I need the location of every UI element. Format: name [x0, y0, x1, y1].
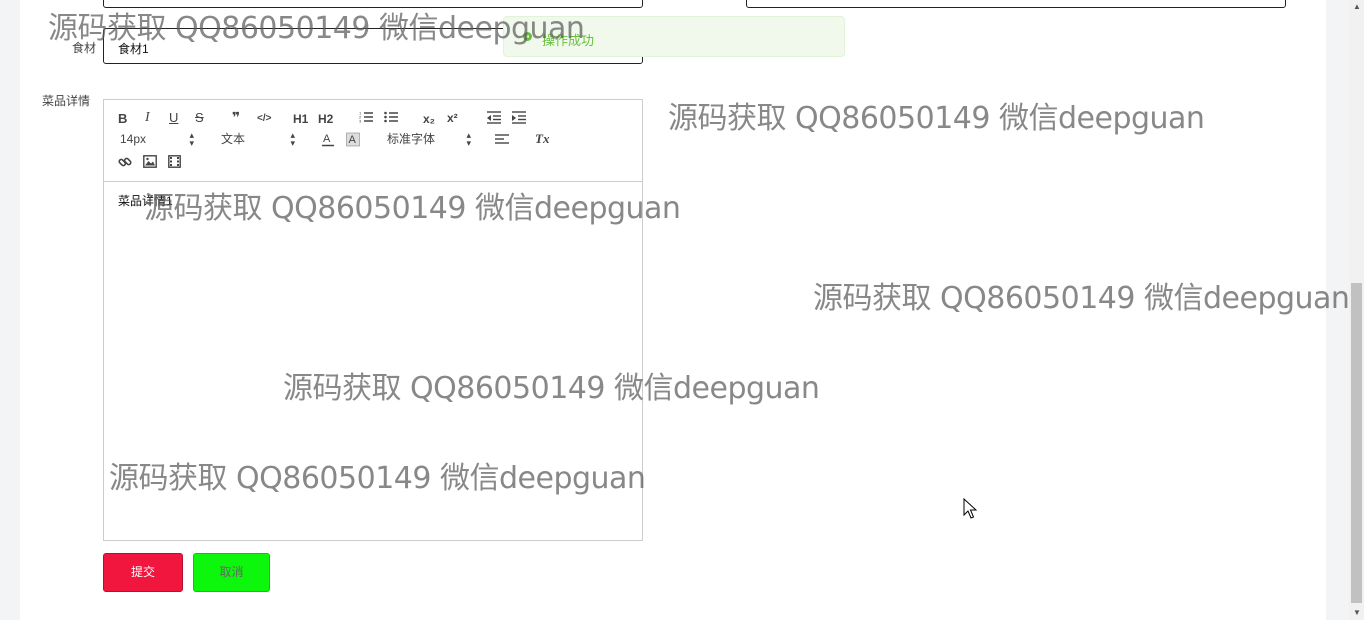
- scrollbar[interactable]: ▲ ▼: [1349, 0, 1364, 620]
- strike-button[interactable]: S: [195, 111, 204, 125]
- font-size-value: 14px: [120, 132, 147, 146]
- toast-message: 操作成功: [542, 33, 595, 48]
- h1-button[interactable]: H1: [293, 112, 308, 126]
- previous-input-left[interactable]: [103, 0, 643, 8]
- scroll-up-arrow-icon[interactable]: ▲: [1353, 2, 1361, 11]
- rich-text-editor: B I U S ❞ </> H1 H2 123 x₂ x² 14px ▴ ▾ 文本…: [103, 99, 643, 541]
- previous-input-right[interactable]: [746, 0, 1286, 8]
- text-style-arrow-icon: ▴ ▾: [290, 130, 295, 148]
- mouse-pointer-icon: [963, 498, 977, 519]
- ordered-list-icon[interactable]: 123: [359, 110, 373, 127]
- text-style-value: 文本: [221, 132, 246, 146]
- svg-text:A: A: [323, 133, 331, 145]
- indent-icon[interactable]: [512, 111, 526, 127]
- success-icon: [523, 32, 532, 41]
- superscript-button[interactable]: x²: [447, 111, 458, 125]
- svg-text:3: 3: [359, 119, 362, 124]
- video-icon[interactable]: [168, 155, 181, 171]
- clear-format-button[interactable]: Tx: [535, 132, 549, 146]
- font-color-icon[interactable]: A: [321, 132, 335, 150]
- scroll-thumb[interactable]: [1351, 283, 1362, 603]
- h2-button[interactable]: H2: [318, 112, 333, 126]
- scroll-down-arrow-icon[interactable]: ▼: [1353, 608, 1361, 617]
- ingredient-value: 食材1: [118, 42, 149, 56]
- text-style-select[interactable]: 文本 ▴ ▾: [221, 130, 295, 148]
- outdent-icon[interactable]: [487, 111, 501, 127]
- background-color-icon[interactable]: A: [346, 132, 360, 150]
- svg-text:A: A: [349, 134, 357, 146]
- quote-button[interactable]: ❞: [232, 110, 240, 124]
- bullet-list-icon[interactable]: [384, 110, 398, 127]
- ingredient-label: 食材: [72, 41, 97, 55]
- font-family-arrow-icon: ▴ ▾: [466, 130, 471, 148]
- subscript-button[interactable]: x₂: [423, 112, 435, 126]
- font-family-select[interactable]: 标准字体 ▴ ▾: [387, 130, 471, 148]
- submit-button[interactable]: 提交: [103, 553, 183, 592]
- editor-content[interactable]: 菜品详情1: [118, 192, 173, 209]
- underline-button[interactable]: U: [169, 111, 178, 125]
- link-icon[interactable]: [118, 155, 132, 172]
- bold-button[interactable]: B: [118, 112, 127, 126]
- font-size-select[interactable]: 14px ▴ ▾: [120, 130, 194, 148]
- italic-button[interactable]: I: [145, 111, 150, 125]
- font-size-arrow-icon: ▴ ▾: [189, 130, 194, 148]
- success-toast: 操作成功: [503, 16, 845, 57]
- code-button[interactable]: </>: [257, 112, 271, 126]
- align-left-icon[interactable]: [495, 133, 509, 149]
- font-family-value: 标准字体: [387, 132, 436, 146]
- image-icon[interactable]: [143, 155, 157, 171]
- editor-toolbar: B I U S ❞ </> H1 H2 123 x₂ x² 14px ▴ ▾ 文本…: [104, 100, 642, 182]
- details-label: 菜品详情: [42, 94, 91, 108]
- cancel-button[interactable]: 取消: [193, 553, 270, 592]
